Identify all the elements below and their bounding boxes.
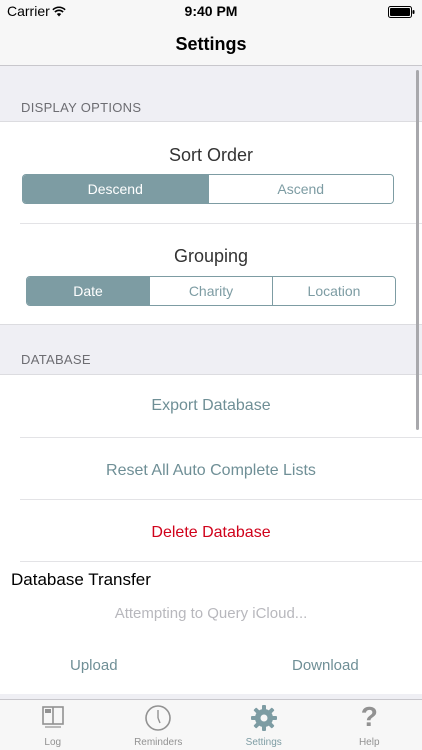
database-transfer-title: Database Transfer xyxy=(11,570,151,589)
sort-descend-segment[interactable]: Descend xyxy=(23,175,208,203)
display-options-header: DISPLAY OPTIONS xyxy=(21,100,142,115)
sort-order-control[interactable]: Descend Ascend xyxy=(22,174,394,204)
tab-help-label: Help xyxy=(358,737,380,748)
tab-reminders-label: Reminders xyxy=(134,737,183,748)
tab-log[interactable]: Log xyxy=(0,700,106,750)
download-button[interactable]: Download xyxy=(292,657,359,674)
display-options-group: Sort Order Descend Ascend Grouping Date … xyxy=(0,121,422,325)
settings-content[interactable]: DISPLAY OPTIONS Sort Order Descend Ascen… xyxy=(0,67,422,699)
tab-settings-label: Settings xyxy=(245,737,282,748)
delete-database-button[interactable]: Delete Database xyxy=(0,524,422,542)
separator xyxy=(20,561,422,562)
book-icon xyxy=(41,704,65,733)
separator xyxy=(20,437,422,438)
separator xyxy=(20,499,422,500)
battery-icon xyxy=(388,5,415,21)
upload-button[interactable]: Upload xyxy=(70,657,118,674)
database-group: Export Database Reset All Auto Complete … xyxy=(0,374,422,694)
grouping-date-segment[interactable]: Date xyxy=(27,277,149,305)
page-title: Settings xyxy=(175,34,247,54)
sort-ascend-segment[interactable]: Ascend xyxy=(207,175,393,203)
navigation-bar: Settings xyxy=(0,22,422,66)
grouping-label: Grouping xyxy=(173,246,249,266)
tab-reminders[interactable]: Reminders xyxy=(106,700,212,750)
grouping-charity-segment[interactable]: Charity xyxy=(149,277,272,305)
status-time: 9:40 PM xyxy=(184,3,238,19)
clock-icon xyxy=(144,704,172,737)
reset-autocomplete-button[interactable]: Reset All Auto Complete Lists xyxy=(0,462,422,480)
separator xyxy=(20,223,422,224)
tab-log-label: Log xyxy=(44,737,62,748)
question-mark-icon: ? xyxy=(360,701,378,732)
gear-icon xyxy=(250,704,278,737)
transfer-status-text: Attempting to Query iCloud... xyxy=(114,605,308,622)
sort-order-label: Sort Order xyxy=(168,145,254,165)
tab-help[interactable]: ? Help xyxy=(317,700,422,750)
export-database-button[interactable]: Export Database xyxy=(0,397,422,415)
grouping-location-segment[interactable]: Location xyxy=(272,277,395,305)
database-header: DATABASE xyxy=(21,352,91,367)
status-bar: Carrier 9:40 PM xyxy=(0,0,422,22)
settings-screen: Carrier 9:40 PM Settings DISPLAY OPTIONS… xyxy=(0,0,422,750)
grouping-control[interactable]: Date Charity Location xyxy=(26,276,396,306)
tab-settings[interactable]: Settings xyxy=(211,700,317,750)
tab-bar: Log Reminders Settings ? Help xyxy=(0,699,422,750)
vertical-scrollbar[interactable] xyxy=(416,70,419,430)
